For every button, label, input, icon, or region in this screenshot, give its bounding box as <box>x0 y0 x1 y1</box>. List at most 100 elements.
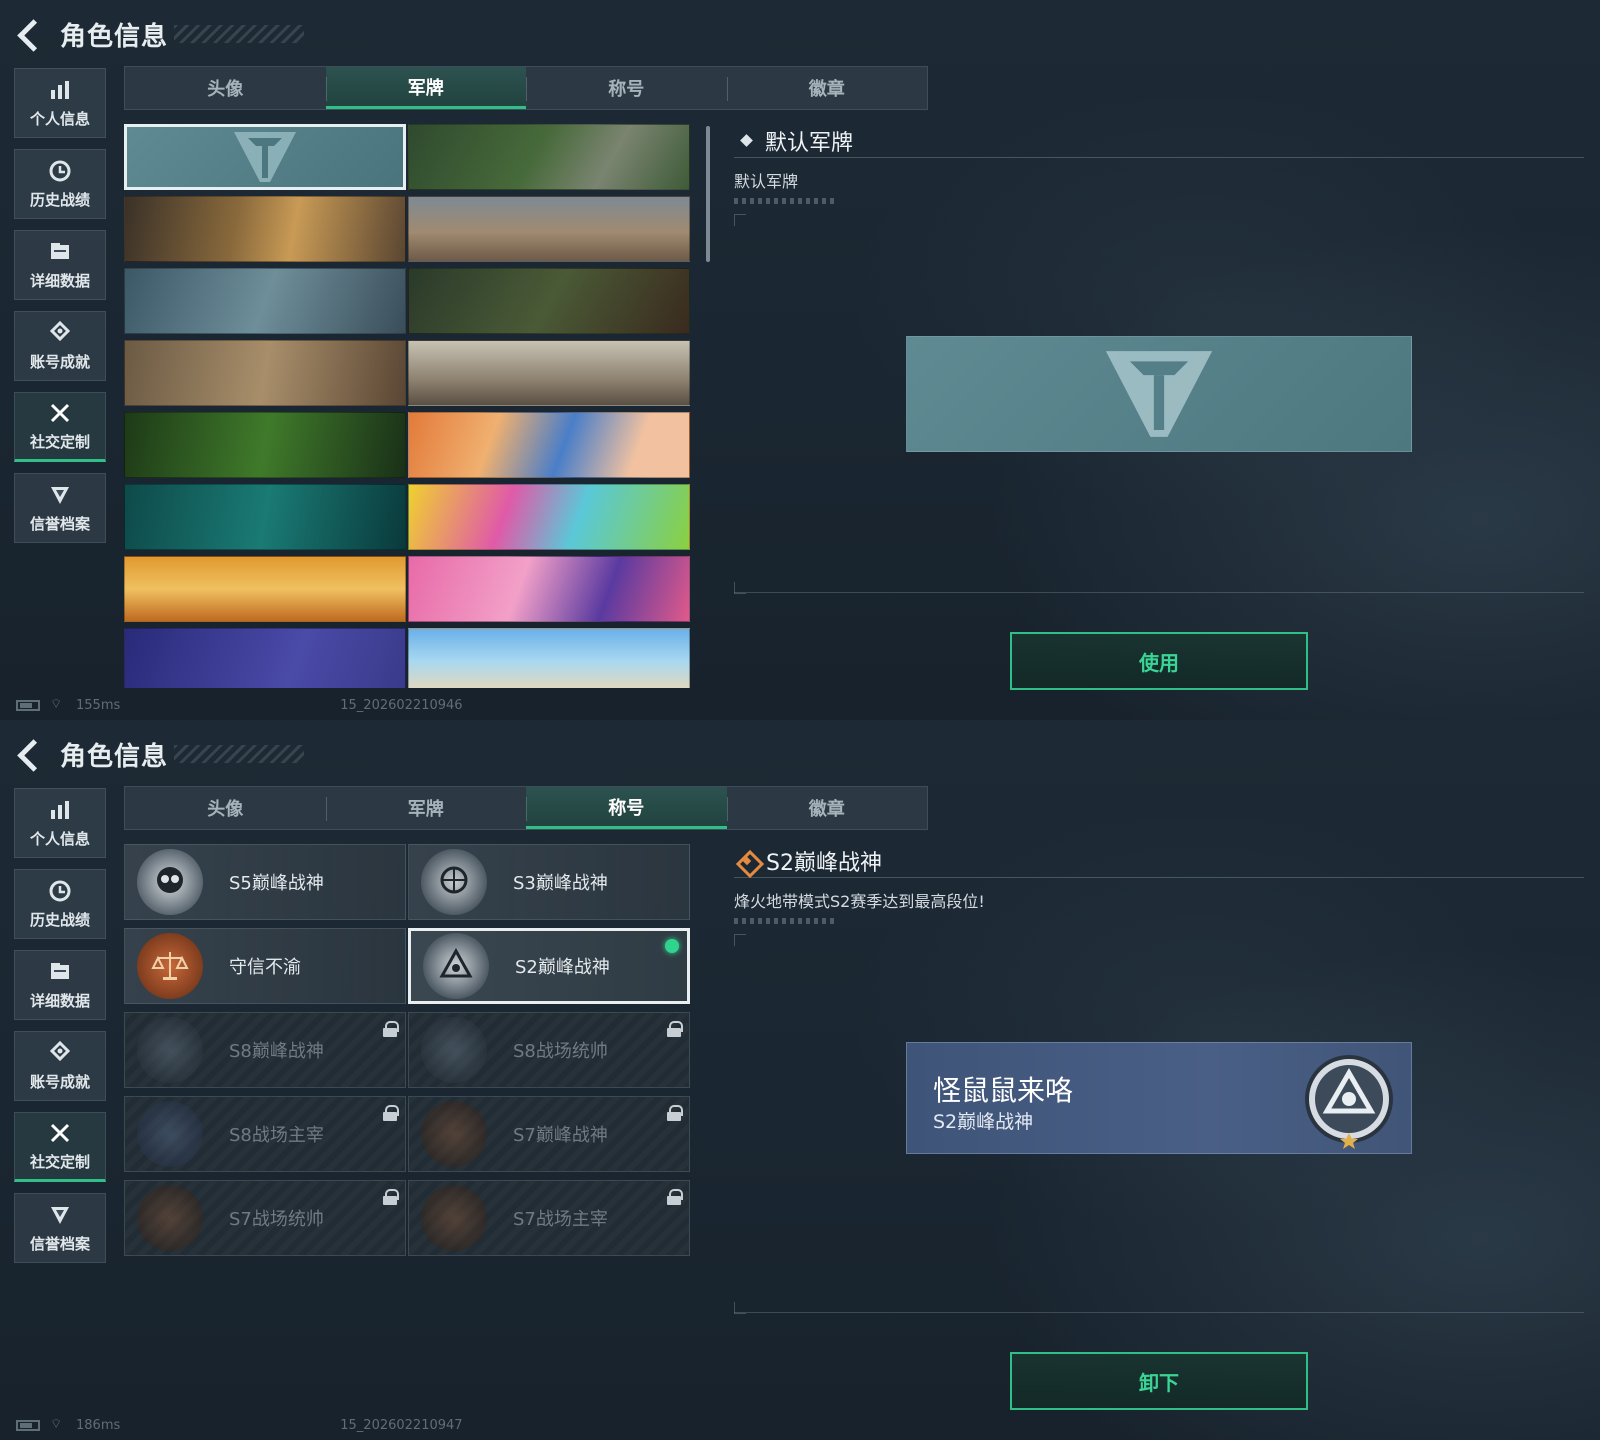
title-label: S8战场统帅 <box>513 1041 608 1062</box>
title-card-locked[interactable]: S8战场主宰 <box>124 1096 406 1172</box>
use-button[interactable]: 使用 <box>1010 632 1308 690</box>
stripes-badge-icon <box>137 1017 203 1083</box>
tab-dog-tag[interactable]: 军牌 <box>325 67 526 109</box>
sidebar-item-personal-info[interactable]: 个人信息 <box>14 68 106 138</box>
sidebar-item-detailed-data[interactable]: 详细数据 <box>14 950 106 1020</box>
lock-icon <box>667 1189 683 1205</box>
dog-tag-card[interactable] <box>124 196 406 262</box>
sidebar-item-reputation[interactable]: 信誉档案 <box>14 1193 106 1263</box>
tab-bar: 头像 军牌 称号 徽章 <box>124 66 928 110</box>
sidebar-item-reputation[interactable]: 信誉档案 <box>14 473 106 543</box>
title-card-locked[interactable]: S8战场统帅 <box>408 1012 690 1088</box>
build-id: 15_202602210947 <box>340 1417 463 1433</box>
grid-scrollbar[interactable] <box>706 126 710 262</box>
sidebar-item-achievements[interactable]: 账号成就 <box>14 1031 106 1101</box>
detail-title: S2巅峰战神 <box>766 850 882 876</box>
dog-tag-card[interactable] <box>124 628 406 688</box>
detail-panel: 默认军牌 默认军牌 使用 <box>734 124 1584 704</box>
tab-avatar[interactable]: 头像 <box>125 787 326 829</box>
dog-tag-card-default[interactable] <box>124 124 406 190</box>
tab-badge[interactable]: 徽章 <box>726 787 928 829</box>
title-decoration <box>174 25 305 43</box>
title-diamond-icon <box>736 850 758 872</box>
nameplate-preview: 怪鼠鼠来咯 S2巅峰战神 <box>906 1042 1412 1154</box>
sidebar-item-label: 社交定制 <box>29 1152 90 1171</box>
tab-title[interactable]: 称号 <box>526 67 727 109</box>
achievement-icon <box>48 320 72 347</box>
helmet-badge-icon <box>421 1185 487 1251</box>
battery-icon <box>16 1419 40 1431</box>
default-emblem-icon <box>234 132 296 182</box>
dog-tag-screen: 角色信息 个人信息 历史战绩 详细数据 账号成就 社交定制 信誉档案 头像 军牌… <box>0 0 1600 720</box>
dog-tag-card[interactable] <box>124 412 406 478</box>
tab-title[interactable]: 称号 <box>526 787 727 829</box>
title-card[interactable]: S3巅峰战神 <box>408 844 690 920</box>
dog-tag-card[interactable] <box>408 268 690 334</box>
dog-tag-card[interactable] <box>408 124 690 190</box>
dots-divider <box>734 918 834 924</box>
title-card-locked[interactable]: S7战场主宰 <box>408 1180 690 1256</box>
detail-title: 默认军牌 <box>765 130 854 156</box>
sidebar-item-personal-info[interactable]: 个人信息 <box>14 788 106 858</box>
dog-tag-card[interactable] <box>408 556 690 622</box>
lock-icon <box>383 1105 399 1121</box>
dog-tag-card[interactable] <box>408 340 690 406</box>
default-emblem-icon <box>1105 351 1213 437</box>
dots-divider <box>734 198 834 204</box>
sidebar-item-label: 详细数据 <box>29 271 90 290</box>
dog-tag-card[interactable] <box>124 484 406 550</box>
title-label: 守信不渝 <box>229 957 301 978</box>
dog-tag-grid <box>124 124 696 688</box>
sidebar-item-label: 信誉档案 <box>29 1234 90 1253</box>
scales-badge-icon <box>137 933 203 999</box>
tab-dog-tag[interactable]: 军牌 <box>325 787 527 829</box>
dog-tag-card[interactable] <box>408 412 690 478</box>
title-card-locked[interactable]: S7巅峰战神 <box>408 1096 690 1172</box>
sidebar-item-achievements[interactable]: 账号成就 <box>14 311 106 381</box>
sidebar-item-history[interactable]: 历史战绩 <box>14 149 106 219</box>
dog-tag-card[interactable] <box>124 556 406 622</box>
sidebar-item-history[interactable]: 历史战绩 <box>14 869 106 939</box>
dog-tag-card[interactable] <box>408 484 690 550</box>
sidebar-item-label: 信誉档案 <box>29 514 90 533</box>
sidebar-item-label: 详细数据 <box>29 991 90 1010</box>
bar-chart-icon <box>48 798 72 824</box>
title-card[interactable]: S5巅峰战神 <box>124 844 406 920</box>
sidebar-item-label: 历史战绩 <box>29 910 90 929</box>
dog-tag-preview <box>906 336 1412 452</box>
back-arrow-icon[interactable] <box>16 16 46 52</box>
title-card-locked[interactable]: S7战场统帅 <box>124 1180 406 1256</box>
sidebar-item-label: 账号成就 <box>29 1072 90 1091</box>
header: 角色信息 <box>16 14 305 54</box>
skull-badge-icon <box>137 849 203 915</box>
title-label: S5巅峰战神 <box>229 873 324 894</box>
back-arrow-icon[interactable] <box>16 736 46 772</box>
history-icon <box>48 879 72 905</box>
diamond-icon <box>740 134 753 147</box>
page-title: 角色信息 <box>60 741 169 772</box>
page-title: 角色信息 <box>60 21 169 52</box>
sidebar-item-detailed-data[interactable]: 详细数据 <box>14 230 106 300</box>
dog-tag-card[interactable] <box>124 340 406 406</box>
detail-header: 默认军牌 <box>734 124 1584 158</box>
header: 角色信息 <box>16 734 305 774</box>
sidebar-item-social-customization[interactable]: 社交定制 <box>14 392 106 462</box>
achievement-icon <box>48 1040 72 1067</box>
title-card-locked[interactable]: S8巅峰战神 <box>124 1012 406 1088</box>
title-label: S2巅峰战神 <box>515 957 610 978</box>
title-card-selected[interactable]: S2巅峰战神 <box>408 928 690 1004</box>
dog-tag-card[interactable] <box>124 268 406 334</box>
building-badge-icon <box>137 1101 203 1167</box>
lock-icon <box>667 1021 683 1037</box>
dog-tag-card[interactable] <box>408 196 690 262</box>
sidebar: 个人信息 历史战绩 详细数据 账号成就 社交定制 信誉档案 <box>14 68 106 554</box>
title-card[interactable]: 守信不渝 <box>124 928 406 1004</box>
dog-tag-card[interactable] <box>408 628 690 688</box>
detail-panel: S2巅峰战神 烽火地带模式S2赛季达到最高段位! 怪鼠鼠来咯 S2巅峰战神 卸下 <box>734 844 1584 1424</box>
triangle-badge-icon <box>423 933 489 999</box>
unequip-button[interactable]: 卸下 <box>1010 1352 1308 1410</box>
tab-avatar[interactable]: 头像 <box>125 67 326 109</box>
sidebar-item-social-customization[interactable]: 社交定制 <box>14 1112 106 1182</box>
sidebar-item-label: 社交定制 <box>29 432 90 451</box>
tab-badge[interactable]: 徽章 <box>726 67 928 109</box>
